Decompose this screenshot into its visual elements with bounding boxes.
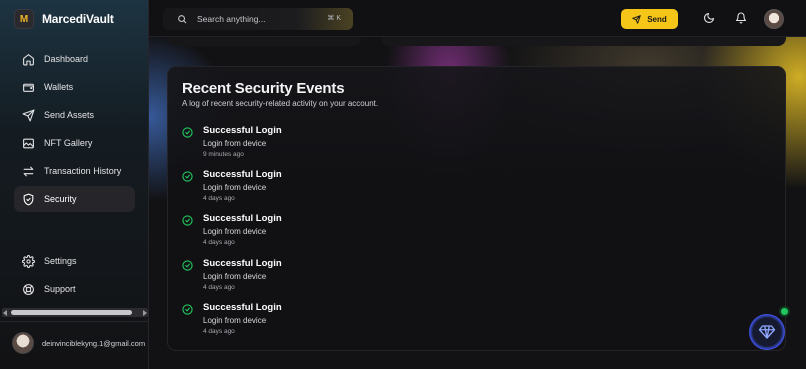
sidebar-item-label: Settings bbox=[44, 256, 77, 266]
list-item: Successful Login Login from device 4 day… bbox=[182, 169, 482, 209]
event-description: Login from device bbox=[203, 316, 267, 325]
event-title: Successful Login bbox=[203, 125, 282, 136]
moon-icon[interactable] bbox=[703, 12, 715, 24]
event-title: Successful Login bbox=[203, 302, 282, 313]
brand-logo-icon: M bbox=[14, 9, 34, 29]
user-profile[interactable]: deinvinciblekyng.1@gmail.com bbox=[12, 332, 145, 354]
sidebar-item-nft-gallery[interactable]: NFT Gallery bbox=[14, 130, 135, 156]
event-description: Login from device bbox=[203, 139, 267, 148]
brand[interactable]: M MarcediVault bbox=[14, 9, 114, 29]
sidebar-item-label: NFT Gallery bbox=[44, 138, 93, 148]
event-description: Login from device bbox=[203, 227, 267, 236]
user-email: deinvinciblekyng.1@gmail.com bbox=[42, 338, 146, 348]
brand-name: MarcediVault bbox=[42, 12, 114, 26]
event-time: 4 days ago bbox=[203, 328, 235, 335]
sidebar-bottom-nav: Settings Support bbox=[14, 248, 135, 304]
online-status-badge bbox=[779, 306, 790, 317]
search-icon bbox=[178, 15, 187, 24]
check-circle-icon bbox=[182, 127, 193, 138]
gear-icon bbox=[22, 254, 35, 268]
arrows-exchange-icon bbox=[23, 166, 34, 176]
scroll-right-icon[interactable] bbox=[143, 309, 147, 316]
sidebar-item-label: Wallets bbox=[44, 82, 74, 92]
sidebar-item-label: Send Assets bbox=[44, 110, 95, 120]
list-item: Successful Login Login from device 4 day… bbox=[182, 258, 482, 298]
security-events-card: Recent Security Events A log of recent s… bbox=[167, 66, 786, 351]
sidebar-divider bbox=[0, 321, 149, 322]
search-shortcut: ⌘ K bbox=[327, 15, 341, 22]
scrollbar-thumb[interactable] bbox=[11, 310, 132, 315]
image-icon bbox=[23, 138, 34, 148]
sidebar-item-label: Dashboard bbox=[44, 54, 89, 64]
sidebar-item-wallets[interactable]: Wallets bbox=[14, 74, 135, 100]
check-circle-icon bbox=[182, 260, 193, 271]
assistant-fab-button[interactable] bbox=[749, 314, 785, 350]
event-time: 9 minutes ago bbox=[203, 151, 244, 158]
event-title: Successful Login bbox=[203, 258, 282, 269]
sidebar-item-send-assets[interactable]: Send Assets bbox=[14, 102, 135, 128]
sidebar-item-security[interactable]: Security bbox=[14, 186, 135, 212]
home-icon bbox=[23, 53, 34, 65]
bell-icon[interactable] bbox=[735, 12, 747, 24]
event-description: Login from device bbox=[203, 183, 267, 192]
sidebar-item-label: Support bbox=[44, 284, 76, 294]
list-item: Successful Login Login from device 4 day… bbox=[182, 302, 482, 342]
wallet-icon bbox=[23, 83, 34, 92]
sidebar-horizontal-scrollbar[interactable] bbox=[2, 308, 148, 317]
check-circle-icon bbox=[182, 304, 193, 315]
search-placeholder: Search anything... bbox=[197, 14, 266, 24]
card-stub-right bbox=[381, 37, 786, 46]
event-time: 4 days ago bbox=[203, 284, 235, 291]
send-icon bbox=[632, 14, 641, 24]
security-events-subtitle: A log of recent security-related activit… bbox=[182, 99, 379, 108]
search-input[interactable]: Search anything... ⌘ K bbox=[163, 8, 353, 30]
sidebar-item-transaction-history[interactable]: Transaction History bbox=[14, 158, 135, 184]
sidebar: M MarcediVault Dashboard Wallets Send As… bbox=[0, 0, 149, 369]
lifebuoy-icon bbox=[23, 283, 34, 295]
sidebar-nav: Dashboard Wallets Send Assets NFT Galler… bbox=[14, 46, 135, 214]
card-stub-left bbox=[167, 37, 361, 46]
event-description: Login from device bbox=[203, 272, 267, 281]
brand-logo-letter: M bbox=[19, 13, 29, 25]
event-title: Successful Login bbox=[203, 169, 282, 180]
topbar: Search anything... ⌘ K Send bbox=[149, 0, 806, 37]
list-item: Successful Login Login from device 9 min… bbox=[182, 125, 482, 165]
user-avatar bbox=[12, 332, 34, 354]
event-time: 4 days ago bbox=[203, 195, 235, 202]
event-title: Successful Login bbox=[203, 213, 282, 224]
send-button-label: Send bbox=[647, 14, 667, 24]
profile-avatar[interactable] bbox=[764, 9, 784, 29]
send-button[interactable]: Send bbox=[621, 9, 678, 29]
sidebar-item-settings[interactable]: Settings bbox=[14, 248, 135, 274]
list-item: Successful Login Login from device 4 day… bbox=[182, 213, 482, 253]
shield-icon bbox=[23, 193, 34, 205]
main-content: Recent Security Events A log of recent s… bbox=[149, 37, 806, 369]
security-events-title: Recent Security Events bbox=[182, 80, 345, 97]
sidebar-item-dashboard[interactable]: Dashboard bbox=[14, 46, 135, 72]
sidebar-item-support[interactable]: Support bbox=[14, 276, 135, 302]
sidebar-item-label: Transaction History bbox=[44, 166, 122, 176]
event-time: 4 days ago bbox=[203, 239, 235, 246]
diamond-icon bbox=[758, 325, 776, 339]
check-circle-icon bbox=[182, 171, 193, 182]
scroll-left-icon[interactable] bbox=[3, 309, 7, 316]
check-circle-icon bbox=[182, 215, 193, 226]
send-icon bbox=[22, 109, 35, 121]
sidebar-item-label: Security bbox=[44, 194, 77, 204]
